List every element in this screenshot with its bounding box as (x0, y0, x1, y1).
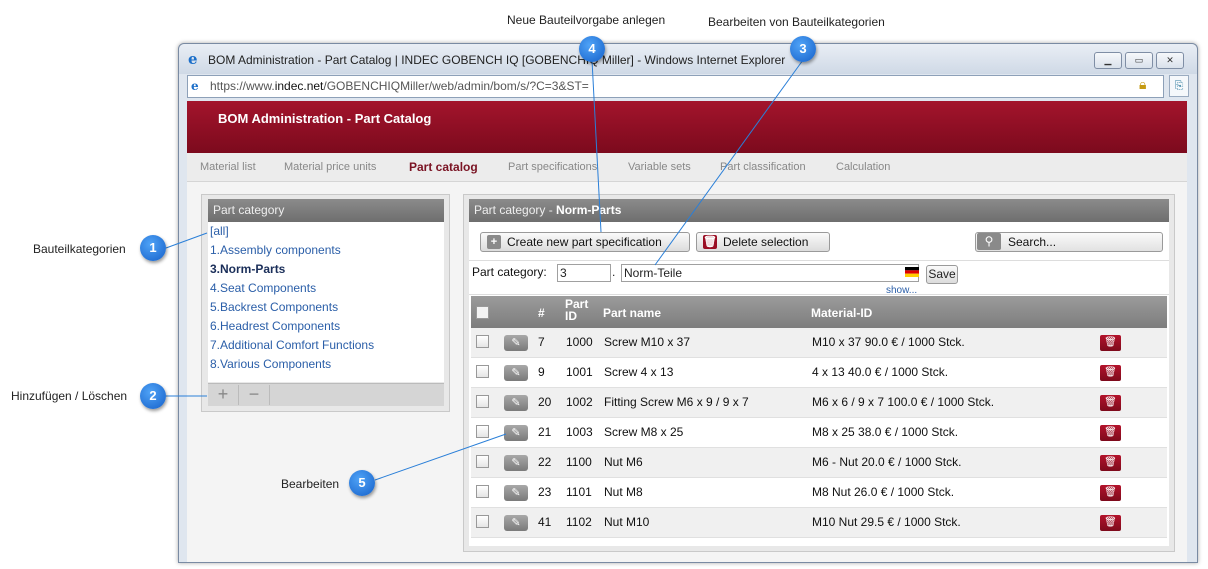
callout-1-label: Bauteilkategorien (33, 242, 126, 256)
callout-2: 2 (140, 383, 166, 409)
callout-3: 3 (790, 36, 816, 62)
callout-1: 1 (140, 235, 166, 261)
callout-lines (165, 59, 804, 481)
callout-2-label: Hinzufügen / Löschen (11, 389, 128, 403)
callout-4-label: Neue Bauteilvorgabe anlegen (507, 13, 666, 27)
callout-3-label: Bearbeiten von Bauteilkategorien (708, 15, 885, 29)
callout-5: 5 (349, 470, 375, 496)
callout-4: 4 (579, 36, 605, 62)
callout-5-label: Bearbeiten (281, 477, 340, 491)
